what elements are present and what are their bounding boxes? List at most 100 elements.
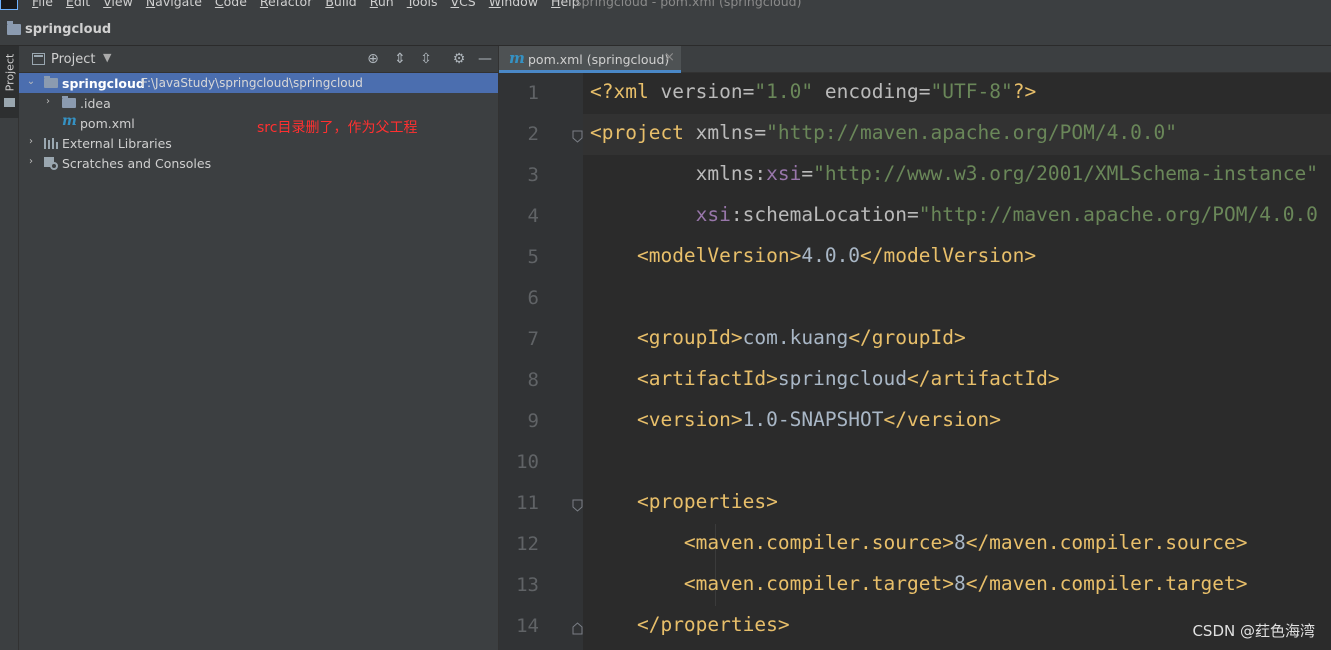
attr-name: encoding [813, 80, 919, 103]
gear-icon[interactable]: ⚙ [450, 50, 468, 68]
fold-marker-icon[interactable] [572, 130, 583, 143]
collapse-all-icon[interactable]: ⇳ [417, 50, 435, 68]
editor-area: m pom.xml (springcloud) × 1 2 3 4 5 6 7 … [498, 46, 1331, 650]
menu-items: File Edit View Navigate Code Refactor Bu… [32, 0, 580, 9]
tree-item-scratches[interactable]: › Scratches and Consoles [19, 153, 498, 173]
menu-edit[interactable]: Edit [66, 0, 90, 9]
fold-end-marker-icon[interactable] [572, 622, 583, 635]
editor-tab-bar: m pom.xml (springcloud) × [499, 46, 1331, 73]
line-number: 3 [527, 164, 539, 186]
code-line-12[interactable]: <maven.compiler.source>8</maven.compiler… [583, 524, 1331, 565]
tree-item-springcloud[interactable]: ⌄ springcloud F:\JavaStudy\springcloud\s… [19, 73, 498, 93]
scratches-icon [44, 157, 58, 170]
menu-code[interactable]: Code [215, 0, 247, 9]
xml-tag: <modelVersion> [636, 244, 802, 267]
tree-item-idea[interactable]: › .idea [19, 93, 498, 113]
line-number: 2 [527, 123, 539, 145]
annotation-text: src目录删了，作为父工程 [257, 120, 418, 136]
code-line-8[interactable]: <artifactId>springcloud</artifactId> [583, 360, 1331, 401]
line-number-gutter: 1 2 3 4 5 6 7 8 9 10 11 12 13 14 [499, 73, 583, 650]
code-view[interactable]: <?xml version="1.0" encoding="UTF-8"?> <… [583, 73, 1331, 650]
code-line-11[interactable]: <properties> [583, 483, 1331, 524]
line-number: 6 [527, 287, 539, 309]
tree-item-label: External Libraries [62, 136, 172, 151]
menu-window[interactable]: Window [489, 0, 538, 9]
tree-item-path: F:\JavaStudy\springcloud\springcloud [141, 76, 363, 90]
line-number: 5 [527, 246, 539, 268]
chevron-down-icon[interactable]: ▼ [103, 51, 111, 64]
menu-refactor[interactable]: Refactor [260, 0, 312, 9]
code-line-2[interactable]: <project xmlns="http://maven.apache.org/… [583, 114, 1331, 155]
xml-tag: <maven.compiler.source> [683, 531, 954, 554]
chevron-right-icon[interactable]: › [26, 156, 36, 167]
code-line-4[interactable]: xsi:schemaLocation="http://maven.apache.… [583, 196, 1331, 237]
xml-tag: <version> [636, 408, 743, 431]
code-line-3[interactable]: xmlns:xsi="http://www.w3.org/2001/XMLSch… [583, 155, 1331, 196]
project-tool-tab-label: Project [3, 53, 17, 92]
menu-view[interactable]: View [103, 0, 133, 9]
maven-file-icon: m [62, 113, 77, 129]
breadcrumb-project[interactable]: springcloud [25, 22, 111, 37]
equals: = [754, 121, 767, 144]
code-line-10[interactable] [583, 442, 1331, 483]
expand-all-icon[interactable]: ⇕ [391, 50, 409, 68]
line-number: 10 [516, 451, 539, 473]
xml-text: 1.0-SNAPSHOT [742, 408, 884, 431]
xml-tag: <properties> [636, 490, 778, 513]
attr-name: version [660, 80, 743, 103]
menu-tools[interactable]: Tools [407, 0, 438, 9]
navigation-bar: springcloud [0, 12, 1331, 46]
tree-item-label: springcloud [62, 76, 145, 91]
hide-panel-icon[interactable]: — [476, 50, 494, 68]
xml-tag: <artifactId> [636, 367, 778, 390]
tree-item-label: pom.xml [80, 116, 135, 131]
window-title: springcloud - pom.xml (springcloud) [575, 0, 802, 9]
editor-tab-pom[interactable]: m pom.xml (springcloud) × [499, 46, 681, 73]
code-line-13[interactable]: <maven.compiler.target>8</maven.compiler… [583, 565, 1331, 606]
attr-value: "http://maven.apache.org/POM/4.0.0" [766, 121, 1178, 144]
xml-tag: <groupId> [636, 326, 743, 349]
code-line-9[interactable]: <version>1.0-SNAPSHOT</version> [583, 401, 1331, 442]
line-number: 13 [516, 574, 539, 596]
attr-name: xmlns: [695, 162, 767, 185]
menu-vcs[interactable]: VCS [451, 0, 476, 9]
chevron-down-icon[interactable]: ⌄ [26, 76, 36, 87]
xml-text: 8 [953, 531, 966, 554]
code-line-5[interactable]: <modelVersion>4.0.0</modelVersion> [583, 237, 1331, 278]
attr-value: "http://maven.apache.org/POM/4.0.0 [918, 203, 1318, 226]
locate-file-icon[interactable]: ⊕ [364, 50, 382, 68]
xml-text: 8 [953, 572, 966, 595]
code-line-6[interactable] [583, 278, 1331, 319]
xml-tag: </maven.compiler.target> [965, 572, 1248, 595]
library-icon [44, 138, 58, 149]
menu-build[interactable]: Build [325, 0, 356, 9]
csdn-watermark: CSDN @荭色海湾 [1192, 622, 1315, 640]
menu-navigate[interactable]: Navigate [146, 0, 202, 9]
line-number: 4 [527, 205, 539, 227]
code-line-1[interactable]: <?xml version="1.0" encoding="UTF-8"?> [583, 73, 1331, 114]
tree-item-label: .idea [80, 96, 111, 111]
fold-marker-icon[interactable] [572, 499, 583, 512]
left-tool-stripe: Project [0, 46, 19, 650]
project-folder-icon [7, 21, 21, 35]
menu-file[interactable]: File [32, 0, 53, 9]
xml-tag: <project [590, 121, 696, 144]
menu-run[interactable]: Run [370, 0, 394, 9]
project-tool-tab[interactable]: Project [0, 46, 19, 118]
equals: = [801, 162, 814, 185]
chevron-right-icon[interactable]: › [26, 136, 36, 147]
namespace: xsi [695, 203, 731, 226]
xml-tag: </version> [883, 408, 1001, 431]
line-number: 1 [527, 82, 539, 104]
equals: = [907, 203, 919, 226]
xml-text: springcloud [777, 367, 907, 390]
xml-tag: </maven.compiler.source> [965, 531, 1248, 554]
project-view-selector[interactable]: Project [51, 52, 95, 67]
intellij-app-icon [0, 0, 18, 10]
chevron-right-icon[interactable]: › [43, 96, 53, 107]
close-icon[interactable]: × [664, 50, 675, 65]
editor-tab-label: pom.xml (springcloud) [528, 52, 670, 67]
xml-text: 4.0.0 [801, 244, 861, 267]
attr-value: "1.0" [754, 80, 814, 103]
code-line-7[interactable]: <groupId>com.kuang</groupId> [583, 319, 1331, 360]
